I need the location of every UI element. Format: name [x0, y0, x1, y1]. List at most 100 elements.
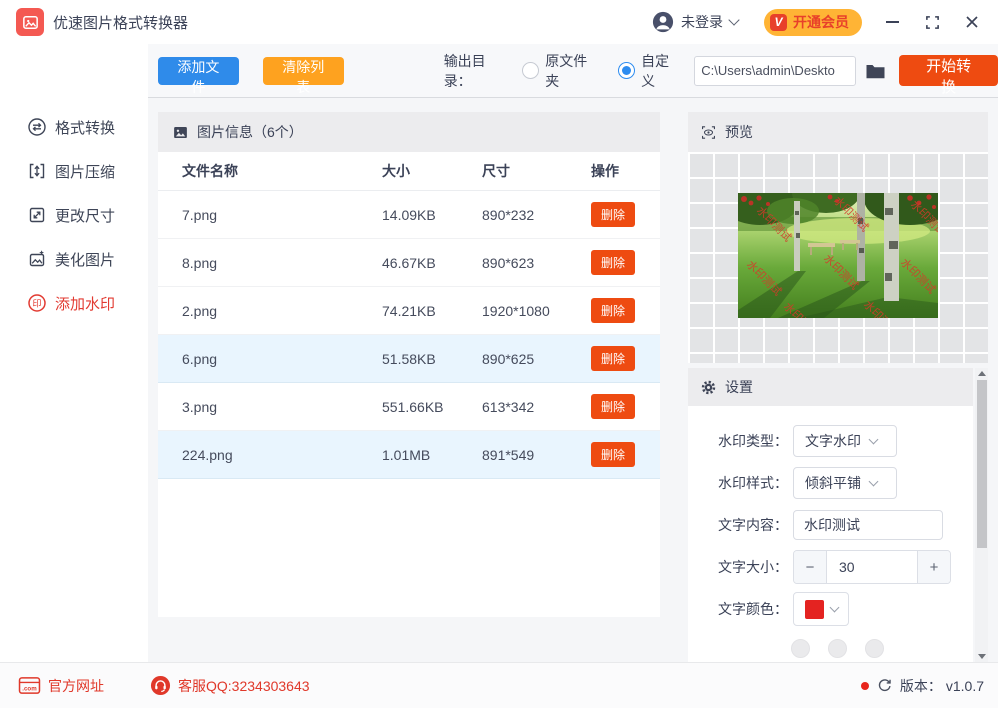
col-filename: 文件名称 [182, 161, 382, 181]
clear-list-button[interactable]: 清除列表 [263, 57, 344, 85]
support-qq-link[interactable]: 客服QQ:3234303643 [150, 675, 310, 696]
file-dims: 613*342 [482, 399, 591, 415]
settings-body: 水印类型： 文字水印 水印样式： 倾斜平铺 文字内容： 文字大小： [688, 406, 973, 663]
sidebar-item-watermark[interactable]: 印 添加水印 [0, 281, 148, 325]
refresh-icon [877, 678, 892, 693]
svg-text:印: 印 [32, 297, 41, 308]
settings-scrollbar[interactable] [975, 368, 988, 663]
sidebar-item-label: 格式转换 [55, 117, 115, 138]
setting-text-content: 文字内容： [688, 504, 973, 546]
login-menu[interactable]: 未登录 [652, 11, 738, 33]
footer: .com 官方网址 客服QQ:3234303643 版本： v1.0.7 [0, 662, 998, 708]
file-size: 51.58KB [382, 351, 482, 367]
toolbar: 添加文件 清除列表 输出目录： 原文件夹 自定义 开始转换 [148, 44, 998, 98]
check-update-button[interactable] [877, 678, 892, 693]
file-dims: 1920*1080 [482, 303, 591, 319]
radio-custom-label[interactable]: 自定义 [641, 51, 682, 91]
table-row[interactable]: 6.png 51.58KB 890*625 删除 [158, 335, 660, 383]
preset-dot[interactable] [828, 639, 847, 658]
output-dir-label: 输出目录： [444, 51, 513, 91]
official-website-label: 官方网址 [48, 676, 104, 696]
text-size-label: 文字大小： [688, 557, 788, 577]
close-button[interactable] [964, 14, 980, 30]
maximize-button[interactable] [924, 14, 940, 30]
radio-custom[interactable] [618, 62, 635, 79]
stamp-icon: 印 [27, 293, 47, 313]
delete-button[interactable]: 删除 [591, 346, 635, 371]
setting-watermark-type: 水印类型： 文字水印 [688, 420, 973, 462]
table-row[interactable]: 8.png 46.67KB 890*623 删除 [158, 239, 660, 287]
file-name: 8.png [182, 255, 382, 271]
text-color-label: 文字颜色： [688, 599, 788, 619]
resize-icon [27, 205, 47, 225]
support-qq-label: 客服QQ:3234303643 [178, 676, 310, 696]
website-icon: .com [18, 676, 41, 695]
minimize-icon [886, 21, 899, 23]
sidebar-item-label: 图片压缩 [55, 161, 115, 182]
watermark-type-select[interactable]: 文字水印 [793, 425, 897, 457]
vip-label: 开通会员 [793, 12, 849, 32]
browse-folder-button[interactable] [865, 62, 886, 80]
add-files-button[interactable]: 添加文件 [158, 57, 239, 85]
delete-button[interactable]: 删除 [591, 394, 635, 419]
col-dims: 尺寸 [482, 161, 591, 181]
radio-original-label[interactable]: 原文件夹 [545, 51, 600, 91]
stepper-plus-button[interactable]: + [918, 551, 950, 583]
text-content-label: 文字内容： [688, 515, 788, 535]
file-table-panel: 图片信息（6个） 文件名称 大小 尺寸 操作 7.png 14.09KB 890… [158, 112, 660, 617]
font-size-value[interactable] [826, 551, 918, 583]
chevron-down-icon [869, 435, 879, 445]
col-action: 操作 [591, 161, 660, 181]
login-status: 未登录 [681, 12, 723, 32]
compress-icon [27, 161, 47, 181]
sidebar-item-resize[interactable]: 更改尺寸 [0, 193, 148, 237]
color-picker-dropdown[interactable] [793, 592, 849, 626]
font-size-stepper: − + [793, 550, 951, 584]
file-size: 14.09KB [382, 207, 482, 223]
sidebar-item-label: 美化图片 [55, 249, 115, 270]
sidebar-item-beautify[interactable]: 美化图片 [0, 237, 148, 281]
watermark-type-label: 水印类型： [688, 431, 788, 451]
sidebar-item-compress[interactable]: 图片压缩 [0, 149, 148, 193]
watermark-text-input[interactable] [793, 510, 943, 540]
scroll-down-arrow[interactable] [978, 654, 986, 659]
app-logo-icon [16, 8, 44, 36]
beautify-icon [27, 249, 47, 269]
file-size: 46.67KB [382, 255, 482, 271]
radio-original-folder[interactable] [522, 62, 539, 79]
app-title: 优速图片格式转换器 [53, 12, 188, 33]
official-website-link[interactable]: .com 官方网址 [18, 676, 104, 696]
delete-button[interactable]: 删除 [591, 202, 635, 227]
gear-icon [700, 379, 717, 396]
preview-title: 预览 [725, 122, 753, 142]
col-size: 大小 [382, 161, 482, 181]
file-dims: 890*625 [482, 351, 591, 367]
chevron-down-icon [869, 477, 879, 487]
start-convert-button[interactable]: 开始转换 [899, 55, 998, 86]
scrollbar-thumb[interactable] [977, 380, 987, 548]
table-row[interactable]: 3.png 551.66KB 613*342 删除 [158, 383, 660, 431]
delete-button[interactable]: 删除 [591, 442, 635, 467]
sidebar-item-format-convert[interactable]: 格式转换 [0, 105, 148, 149]
stepper-minus-button[interactable]: − [794, 551, 826, 583]
delete-button[interactable]: 删除 [591, 250, 635, 275]
preset-dot[interactable] [865, 639, 884, 658]
table-row[interactable]: 7.png 14.09KB 890*232 删除 [158, 191, 660, 239]
scroll-up-arrow[interactable] [978, 371, 986, 376]
file-size: 74.21KB [382, 303, 482, 319]
setting-text-color: 文字颜色： [688, 588, 973, 630]
watermark-style-select[interactable]: 倾斜平铺 [793, 467, 897, 499]
avatar [652, 11, 674, 33]
table-row[interactable]: 224.png 1.01MB 891*549 删除 [158, 431, 660, 479]
minimize-button[interactable] [884, 14, 900, 30]
sidebar-item-label: 更改尺寸 [55, 205, 115, 226]
table-row[interactable]: 2.png 74.21KB 1920*1080 删除 [158, 287, 660, 335]
setting-watermark-style: 水印样式： 倾斜平铺 [688, 462, 973, 504]
titlebar: 优速图片格式转换器 未登录 V 开通会员 [0, 0, 998, 45]
open-vip-button[interactable]: V 开通会员 [764, 9, 862, 36]
delete-button[interactable]: 删除 [591, 298, 635, 323]
customer-service-icon [150, 675, 171, 696]
preset-dot[interactable] [791, 639, 810, 658]
output-path-input[interactable] [694, 56, 856, 86]
file-size: 551.66KB [382, 399, 482, 415]
